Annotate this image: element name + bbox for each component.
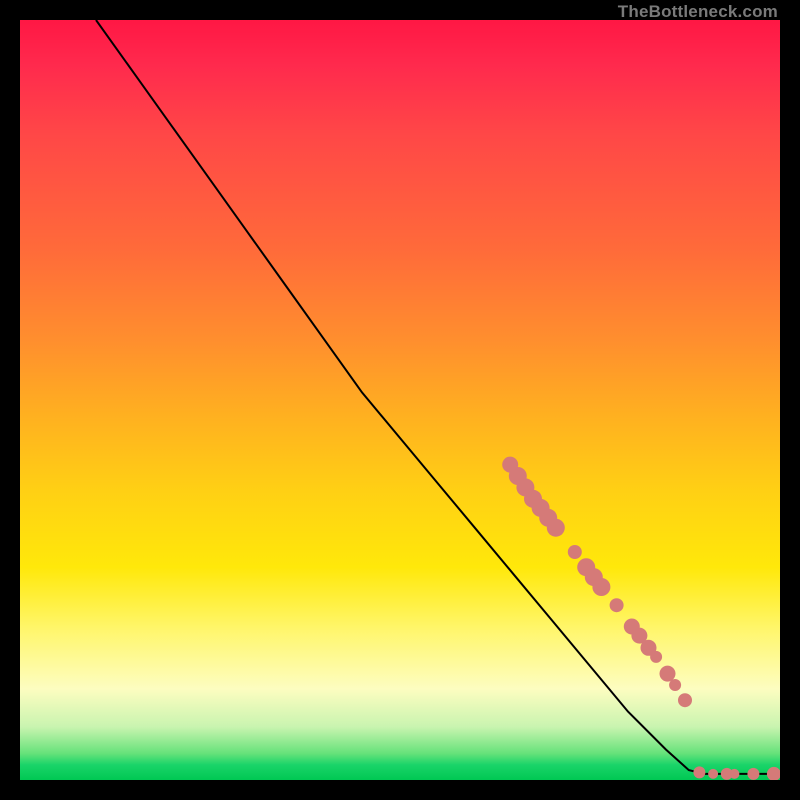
marker-points-group — [502, 457, 780, 780]
bottleneck-curve — [96, 20, 780, 774]
marker-point — [767, 767, 780, 780]
marker-point — [592, 578, 610, 596]
marker-point — [678, 693, 692, 707]
marker-point — [693, 766, 705, 778]
plot-area — [20, 20, 780, 780]
marker-point — [610, 598, 624, 612]
marker-point — [708, 769, 718, 779]
marker-point — [650, 651, 662, 663]
chart-frame: TheBottleneck.com — [20, 20, 780, 780]
watermark-text: TheBottleneck.com — [618, 2, 778, 22]
marker-point — [568, 545, 582, 559]
marker-point — [747, 768, 759, 780]
marker-point — [660, 666, 676, 682]
marker-point — [729, 769, 739, 779]
marker-point — [669, 679, 681, 691]
marker-point — [547, 519, 565, 537]
svg-layer — [20, 20, 780, 780]
